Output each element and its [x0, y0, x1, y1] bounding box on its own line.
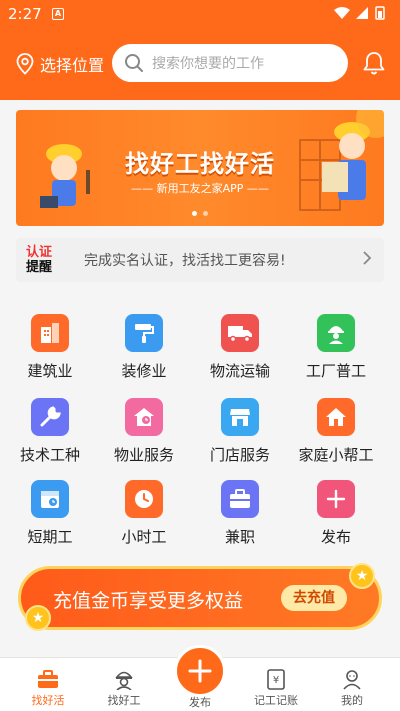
clock-icon	[125, 480, 163, 518]
category-label: 装修业	[121, 362, 167, 380]
category-construction[interactable]: 建筑业	[0, 314, 100, 386]
briefcase-icon	[221, 480, 259, 518]
truck-icon	[221, 314, 259, 352]
category-logistics[interactable]: 物流运输	[190, 314, 290, 386]
category-label: 兼职	[224, 528, 255, 546]
verify-tag-line1: 认证	[26, 245, 53, 260]
recharge-button[interactable]: 去充值	[281, 585, 347, 611]
category-label: 家庭小帮工	[298, 446, 374, 464]
publish-button[interactable]	[174, 645, 226, 697]
category-label: 工厂普工	[305, 362, 366, 380]
bell-icon[interactable]	[362, 50, 386, 80]
category-label: 门店服务	[209, 446, 270, 464]
search-input[interactable]: 搜索你想要的工作	[112, 44, 348, 82]
recharge-banner[interactable]: 充值金币享受更多权益 去充值 ★ ★	[18, 563, 382, 631]
category-publish[interactable]: 发布	[286, 480, 386, 552]
nav-profile[interactable]: 我的	[312, 666, 392, 708]
notification-a-icon: A	[52, 8, 64, 20]
nav-label: 找好活	[31, 694, 65, 707]
category-property[interactable]: 物业服务	[94, 398, 194, 470]
category-label: 技术工种	[19, 446, 80, 464]
category-factory[interactable]: 工厂普工	[286, 314, 386, 386]
banner-title: 找好工找好活	[125, 150, 275, 178]
toolbox-icon	[8, 666, 88, 692]
signal-icon	[356, 7, 368, 19]
search-icon	[125, 54, 143, 72]
category-label: 小时工	[121, 528, 167, 546]
building-icon	[31, 314, 69, 352]
system-status-icons	[332, 5, 392, 25]
calendar-icon	[31, 480, 69, 518]
worker-icon	[317, 314, 355, 352]
category-household[interactable]: 家庭小帮工	[286, 398, 386, 470]
star-coin-icon: ★	[349, 563, 375, 589]
search-placeholder: 搜索你想要的工作	[152, 56, 264, 72]
worker-helmet-icon	[84, 666, 164, 692]
store-icon	[221, 398, 259, 436]
category-short-term[interactable]: 短期工	[0, 480, 100, 552]
plus-icon	[188, 659, 212, 683]
ledger-icon: ¥	[236, 666, 316, 692]
wifi-icon	[334, 7, 350, 19]
status-time: 2:27	[8, 5, 42, 23]
category-label: 物业服务	[113, 446, 174, 464]
recharge-text: 充值金币享受更多权益	[53, 590, 244, 612]
svg-text:¥: ¥	[273, 675, 279, 686]
category-hourly[interactable]: 小时工	[94, 480, 194, 552]
plus-icon	[317, 480, 355, 518]
nav-find-work[interactable]: 找好活	[8, 666, 88, 708]
app-header: 2:27 A 选择位置 搜索你想要的工作	[0, 0, 400, 100]
banner-dot[interactable]	[203, 211, 208, 216]
nav-label: 发布	[189, 696, 211, 709]
profile-icon	[312, 666, 392, 692]
category-label: 建筑业	[27, 362, 73, 380]
nav-ledger[interactable]: ¥ 记工记账	[236, 666, 316, 708]
verification-reminder[interactable]: 认证 提醒 完成实名认证，找活找工更容易!	[16, 238, 384, 282]
category-part-time[interactable]: 兼职	[190, 480, 290, 552]
verify-tag: 认证 提醒	[26, 245, 70, 275]
location-label: 选择位置	[40, 56, 105, 75]
location-selector[interactable]: 选择位置	[16, 52, 104, 76]
house-icon	[317, 398, 355, 436]
category-store[interactable]: 门店服务	[190, 398, 290, 470]
category-technical[interactable]: 技术工种	[0, 398, 100, 470]
star-coin-icon: ★	[25, 605, 51, 631]
location-pin-icon	[16, 53, 34, 75]
category-label: 物流运输	[209, 362, 270, 380]
nav-label: 记工记账	[254, 694, 298, 707]
verify-message: 完成实名认证，找活找工更容易!	[84, 253, 286, 269]
home-clock-icon	[125, 398, 163, 436]
category-label: 发布	[320, 528, 351, 546]
nav-label: 我的	[341, 694, 363, 707]
category-label: 短期工	[27, 528, 73, 546]
status-bar: 2:27 A	[0, 0, 400, 28]
nav-find-workers[interactable]: 找好工	[84, 666, 164, 708]
wrench-icon	[31, 398, 69, 436]
banner-dot-active[interactable]	[192, 211, 197, 216]
banner-subtitle: —— 新用工友之家APP ——	[131, 182, 269, 195]
paint-roller-icon	[125, 314, 163, 352]
chevron-right-icon	[362, 250, 372, 270]
nav-label: 找好工	[107, 694, 141, 707]
verify-tag-line2: 提醒	[26, 260, 53, 275]
category-decoration[interactable]: 装修业	[94, 314, 194, 386]
promo-banner[interactable]: 找好工找好活 —— 新用工友之家APP ——	[16, 110, 384, 226]
